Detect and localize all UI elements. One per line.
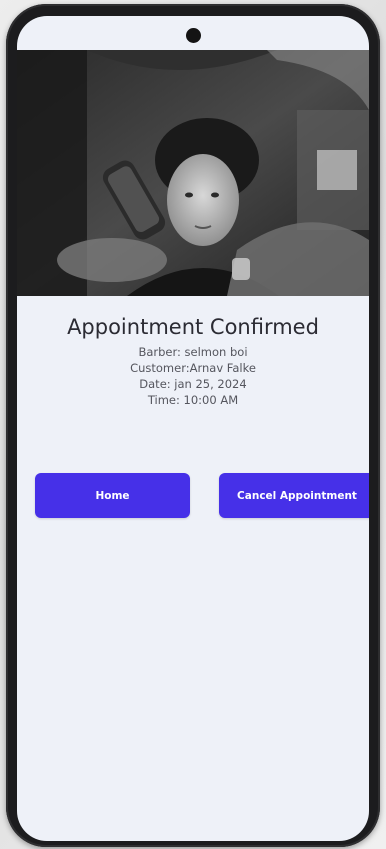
front-camera	[185, 28, 201, 43]
date-text: Date: jan 25, 2024	[139, 377, 247, 391]
appointment-details: Appointment Confirmed Barber: selmon boi…	[17, 314, 369, 408]
hero-image	[17, 50, 369, 296]
barber-photo	[17, 50, 369, 296]
phone-screen: Appointment Confirmed Barber: selmon boi…	[17, 16, 369, 841]
customer-text: Customer:Arnav Falke	[130, 361, 256, 375]
barber-text: Barber: selmon boi	[138, 345, 248, 359]
home-button[interactable]: Home	[35, 473, 190, 518]
appointment-title: Appointment Confirmed	[67, 315, 319, 339]
phone-frame: Appointment Confirmed Barber: selmon boi…	[6, 4, 380, 847]
time-text: Time: 10:00 AM	[147, 393, 239, 407]
cancel-appointment-button[interactable]: Cancel Appointment	[219, 473, 369, 518]
